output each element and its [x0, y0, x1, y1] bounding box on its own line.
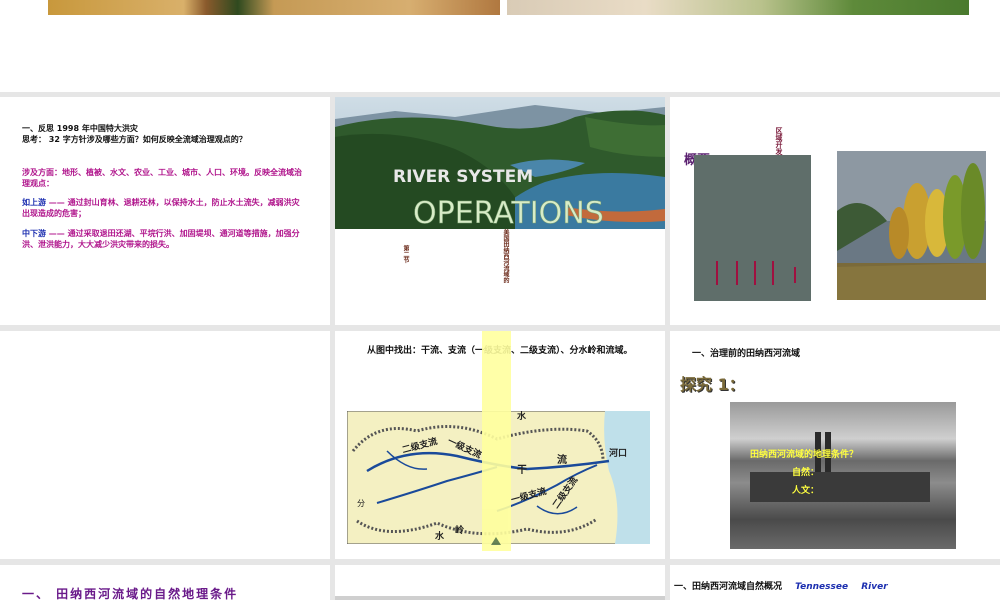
scroll-up-arrow-icon[interactable] [491, 537, 501, 545]
river-valley-photo: RIVER SYSTEM OPERATIONS [335, 97, 665, 229]
slide-blank [0, 331, 330, 559]
top-slide-strip [0, 0, 1000, 92]
middle-text: —— 通过采取退田还湖、平垸行洪、加固堤坝、通河道等措施，加强分洪、泄洪能力，大… [22, 229, 300, 249]
flood-title: 一、反思 1998 年中国特大洪灾 [22, 124, 138, 133]
slide-bottom-middle [335, 565, 665, 600]
steamboat-hull [750, 472, 930, 502]
outline-bar-2 [736, 261, 738, 285]
historic-photo: 田纳西河流域的地理条件？ 自然： 人文： [730, 402, 956, 549]
cover-vertical-title: 美国田纳西河流域的 [502, 229, 509, 283]
aspects-label: 涉及方面： [22, 168, 62, 177]
before-heading: 一、治理前的田纳西河流域 [692, 349, 801, 359]
upper-label: 如上游 [22, 198, 46, 207]
label-divide-c: 岭 [455, 524, 464, 536]
outline-bar-5 [794, 267, 796, 283]
upper-text: —— 通过封山育林、退耕还林，以保持水土，防止水土流失，减弱洪灾出现造成的危害； [22, 198, 300, 218]
cover-title-line2: OPERATIONS [413, 196, 604, 229]
outline-bar-1 [716, 261, 718, 285]
question-human: 人文： [792, 486, 820, 496]
slide-natural-conditions: 一、 田纳西河流域的自然地理条件 [0, 565, 330, 600]
landscape-photo-right [507, 0, 969, 15]
aspects-paragraph: 涉及方面：地形、植被、水文、农业、工业、城市、人口、环境。反映全流域治理观点： [22, 167, 302, 189]
cover-title-line1: RIVER SYSTEM [393, 167, 533, 187]
outline-bar-4 [772, 261, 774, 285]
slide-river-system-cover: RIVER SYSTEM OPERATIONS 第二节 美国田纳西河流域的 [335, 97, 665, 325]
label-river-mouth: 河口 [609, 447, 627, 459]
label-divide-a: 分 [357, 499, 365, 508]
question-conditions: 田纳西河流域的地理条件？ [750, 450, 859, 460]
label-divide-b: 水 [435, 530, 445, 542]
middle-paragraph: 中下游 —— 通过采取退田还湖、平垸行洪、加固堤坝、通河道等措施，加强分洪、泄洪… [22, 228, 302, 250]
natural-overview-heading: 一、田纳西河流域自然概况 [674, 582, 783, 592]
highlight-strip [482, 331, 511, 551]
explore-label: 探究 1： [680, 375, 745, 394]
autumn-lake-photo [837, 151, 986, 300]
english-river: River [861, 582, 888, 592]
label-main-stream-b: 流 [557, 453, 567, 466]
upper-paragraph: 如上游 —— 通过封山育林、退耕还林，以保持水土，防止水土流失，减弱洪灾出现造成… [22, 197, 302, 219]
natural-conditions-heading: 一、 田纳西河流域的自然地理条件 [22, 587, 239, 600]
cropped-image-edge [335, 596, 665, 600]
aspects-text: 地形、植被、水文、农业、工业、城市、人口、环境。反映全流域治理观点： [22, 168, 302, 188]
middle-label: 中下游 [22, 229, 46, 238]
english-tennessee: Tennessee [795, 582, 849, 592]
landscape-photo-left [48, 0, 500, 15]
slide-flood-reflection: 一、反思 1998 年中国特大洪灾 思考： 32 字方针涉及哪些方面？如何反映全… [0, 97, 330, 325]
outline-panel [694, 155, 811, 301]
question-natural: 自然： [792, 468, 820, 478]
slide-overview: 概要： 区域开发与整治 [670, 97, 1000, 325]
label-main-stream-a: 干 [517, 464, 527, 476]
slide-before-governance: 一、治理前的田纳西河流域 探究 1： 田纳西河流域的地理条件？ 自然： 人文： [670, 331, 1000, 559]
think-question: 思考： 32 字方针涉及哪些方面？如何反映全流域治理观点的？ [22, 135, 247, 144]
slide1-title: 一、反思 1998 年中国特大洪灾 思考： 32 字方针涉及哪些方面？如何反映全… [22, 123, 312, 145]
cover-vertical-section: 第二节 [402, 245, 409, 263]
overview-line: 一、田纳西河流域自然概况 Tennessee River [674, 579, 888, 592]
label-water: 水 [517, 411, 527, 422]
outline-bar-3 [754, 261, 756, 285]
slide-natural-overview: 一、田纳西河流域自然概况 Tennessee River [670, 565, 1000, 600]
slide-river-map: 从图中找出：干流、支流（一级支流、二级支流）、分水岭和流域。 二级支流 一级支流… [335, 331, 665, 559]
